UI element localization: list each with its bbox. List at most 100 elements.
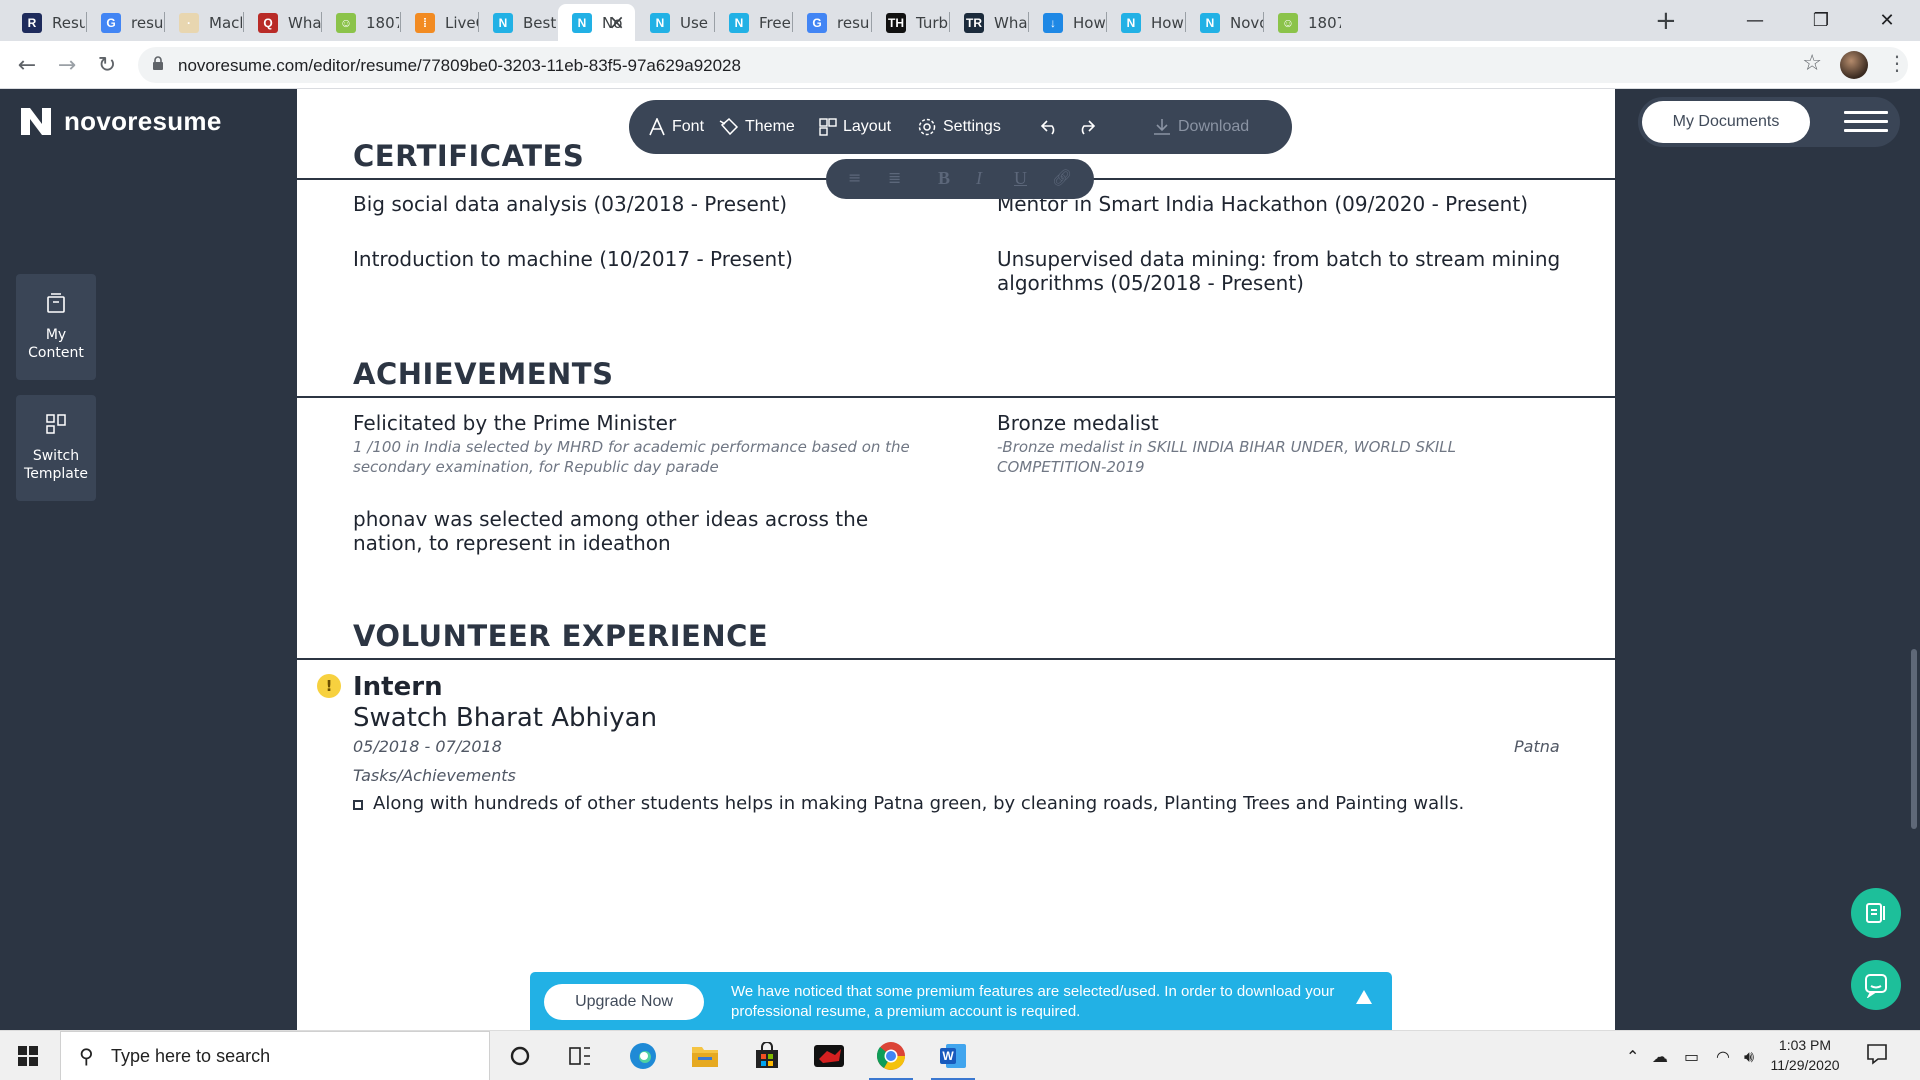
chrome-icon[interactable] — [863, 1031, 919, 1080]
certificate-item[interactable]: Unsupervised data mining: from batch to … — [997, 247, 1587, 295]
certificates-heading[interactable]: CERTIFICATES — [353, 139, 584, 173]
cortana-icon[interactable] — [492, 1031, 548, 1080]
file-explorer-icon[interactable] — [677, 1031, 733, 1080]
achievement-title[interactable]: Bronze medalist — [997, 411, 1159, 435]
download-button[interactable]: Download — [1152, 100, 1249, 154]
profile-avatar[interactable] — [1840, 51, 1868, 79]
tab-title: LiveCa — [445, 13, 478, 32]
resume-tips-button[interactable] — [1851, 888, 1901, 938]
store-icon[interactable] — [739, 1031, 795, 1080]
edge-icon[interactable] — [615, 1031, 671, 1080]
browser-tab[interactable]: · Machir — [165, 4, 242, 41]
browser-menu-icon[interactable]: ⋮ — [1887, 51, 1907, 75]
browser-tab[interactable]: Gresume — [793, 4, 870, 41]
close-window-button[interactable]: ✕ — [1854, 0, 1920, 41]
back-button[interactable]: ← — [12, 50, 42, 80]
address-bar[interactable]: novoresume.com/editor/resume/77809be0-32… — [138, 47, 1908, 83]
forward-button[interactable]: → — [52, 50, 82, 80]
volunteer-role[interactable]: Intern — [353, 672, 443, 702]
taskbar-clock[interactable]: 1:03 PM 11/29/2020 — [1764, 1035, 1846, 1075]
browser-tab[interactable]: N No × — [558, 4, 635, 41]
document-tips-icon — [1866, 903, 1885, 923]
page-scrollbar[interactable] — [1911, 649, 1917, 829]
redo-button[interactable] — [1075, 100, 1103, 154]
browser-tab[interactable]: N Best Re — [479, 4, 556, 41]
certificate-item[interactable]: Introduction to machine (10/2017 - Prese… — [353, 247, 793, 271]
theme-button[interactable]: Theme — [719, 100, 795, 154]
novoresume-logo-icon — [21, 108, 51, 135]
volunteer-bullet[interactable]: Along with hundreds of other students he… — [373, 792, 1464, 816]
volunteer-dates[interactable]: 05/2018 - 07/2018 — [353, 737, 502, 757]
url-text[interactable]: novoresume.com/editor/resume/77809be0-32… — [178, 56, 741, 76]
onedrive-icon[interactable]: ☁ — [1652, 1047, 1668, 1066]
achievement-description[interactable]: -Bronze medalist in SKILL INDIA BIHAR UN… — [997, 437, 1557, 477]
font-button[interactable]: Font — [648, 100, 704, 154]
achievements-heading[interactable]: ACHIEVEMENTS — [353, 357, 613, 391]
notification-center-icon[interactable] — [1866, 1043, 1888, 1065]
settings-button[interactable]: Settings — [917, 100, 1001, 154]
browser-tab[interactable]: N How to — [1107, 4, 1184, 41]
upgrade-now-button[interactable]: Upgrade Now — [544, 984, 704, 1020]
browser-tab[interactable]: ☺ 1807.0 — [1264, 4, 1341, 41]
resume-canvas[interactable]: CERTIFICATES Big social data analysis (0… — [297, 89, 1615, 1030]
new-tab-button[interactable]: + — [1655, 6, 1677, 36]
chat-support-button[interactable] — [1851, 960, 1901, 1010]
undo-button[interactable] — [1039, 100, 1067, 154]
wifi-icon[interactable]: ◠ — [1716, 1047, 1730, 1066]
my-documents-button[interactable]: My Documents — [1642, 101, 1810, 143]
certificate-item[interactable]: Big social data analysis (03/2018 - Pres… — [353, 192, 787, 216]
task-view-icon[interactable] — [552, 1031, 608, 1080]
bookmark-star-icon[interactable]: ☆ — [1802, 51, 1822, 76]
browser-tab[interactable]: N Novore — [1186, 4, 1263, 41]
browser-tab[interactable]: N Free Re — [715, 4, 792, 41]
tab-separator — [478, 12, 479, 32]
browser-tab[interactable]: ☺ 1807.0 — [322, 4, 399, 41]
browser-tab[interactable]: N Use Re — [636, 4, 713, 41]
align-left-icon[interactable]: ≡ — [848, 168, 861, 187]
tab-separator — [164, 12, 165, 32]
underline-button[interactable]: U — [1014, 168, 1027, 189]
my-content-icon — [47, 293, 65, 313]
collapse-banner-icon[interactable] — [1356, 990, 1372, 1004]
achievement-title[interactable]: phonav was selected among other ideas ac… — [353, 507, 913, 555]
tab-favicon-icon: Q — [258, 12, 278, 33]
download-icon — [1154, 119, 1170, 135]
windows-start-icon[interactable] — [18, 1046, 38, 1066]
browser-tab[interactable]: Gresume — [87, 4, 164, 41]
word-icon[interactable]: W — [925, 1031, 981, 1080]
volunteer-organization[interactable]: Swatch Bharat Abhiyan — [353, 703, 657, 733]
bold-button[interactable]: B — [938, 168, 950, 189]
volunteer-location[interactable]: Patna — [1514, 737, 1560, 757]
align-justify-icon[interactable]: ≣ — [888, 168, 901, 187]
warning-icon[interactable]: ! — [317, 674, 341, 698]
link-icon[interactable]: 🔗︎ — [1052, 168, 1072, 187]
browser-tab[interactable]: Q What is — [244, 4, 321, 41]
maximize-button[interactable]: ❐ — [1788, 0, 1854, 41]
minimize-button[interactable]: — — [1722, 0, 1788, 41]
my-content-button[interactable]: My Content — [16, 274, 96, 380]
achievement-description[interactable]: 1 /100 in India selected by MHRD for aca… — [353, 437, 913, 477]
close-tab-icon[interactable]: × — [608, 10, 625, 34]
reload-button[interactable]: ↻ — [92, 50, 122, 80]
achievement-title[interactable]: Felicitated by the Prime Minister — [353, 411, 676, 435]
italic-button[interactable]: I — [976, 168, 982, 189]
layout-icon — [819, 118, 837, 136]
game-app-icon[interactable] — [801, 1031, 857, 1080]
hamburger-menu-icon[interactable] — [1844, 111, 1888, 133]
battery-icon[interactable]: ▭ — [1684, 1047, 1699, 1066]
novoresume-logo[interactable]: novoresume — [18, 104, 222, 138]
browser-tab[interactable]: TH TurboH — [872, 4, 949, 41]
browser-tab[interactable]: R Resum — [8, 4, 85, 41]
volume-icon[interactable]: 🔊︎ — [1744, 1047, 1754, 1067]
browser-tab[interactable]: ⁞ LiveCa — [401, 4, 478, 41]
volunteer-heading[interactable]: VOLUNTEER EXPERIENCE — [353, 619, 768, 653]
search-placeholder[interactable]: Type here to search — [111, 1046, 270, 1067]
switch-template-button[interactable]: Switch Template — [16, 395, 96, 501]
show-hidden-icons[interactable]: ⌃ — [1626, 1047, 1639, 1066]
taskbar-search[interactable]: ⚲ Type here to search — [60, 1031, 490, 1080]
browser-tab[interactable]: ↓ How to — [1029, 4, 1106, 41]
tab-title: How to — [1073, 13, 1106, 32]
tasks-label[interactable]: Tasks/Achievements — [353, 766, 516, 786]
layout-button[interactable]: Layout — [819, 100, 891, 154]
browser-tab[interactable]: TR What's — [950, 4, 1027, 41]
